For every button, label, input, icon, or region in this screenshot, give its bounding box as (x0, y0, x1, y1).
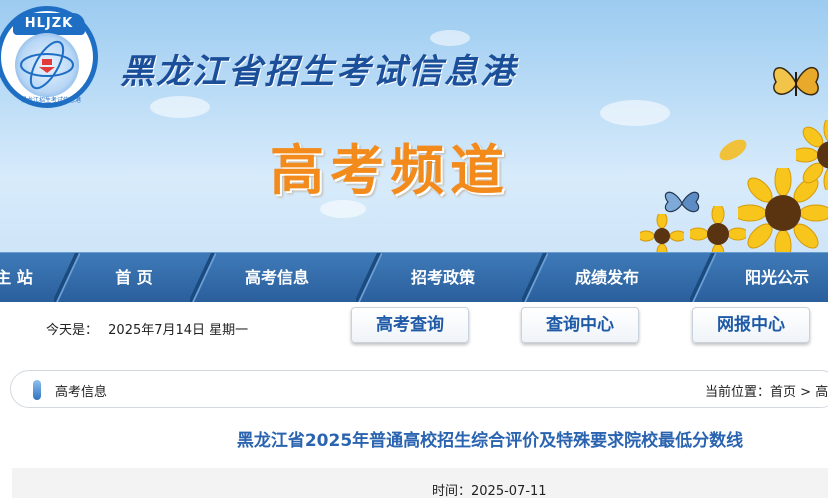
time-label: 时间： (432, 484, 472, 498)
info-bar: 今天是： 2025年7月14日 星期一 高考查询 查询中心 网报中心 (0, 302, 828, 354)
today-date: 2025年7月14日 星期一 (108, 323, 249, 338)
time-value: 2025-07-11 (471, 484, 547, 498)
sunflower-icon (791, 116, 828, 194)
globe-icon (15, 33, 79, 97)
nav-divider (190, 253, 216, 303)
cloud-decoration (150, 96, 210, 118)
section-marker-icon (33, 380, 41, 400)
logo-caption: 黑龙江招生考试信息港 (20, 97, 81, 104)
gaokao-query-button[interactable]: 高考查询 (351, 307, 469, 343)
petal-decoration (716, 136, 750, 164)
query-center-button[interactable]: 查询中心 (521, 307, 639, 343)
breadcrumb-current-link[interactable]: 高 (815, 385, 828, 400)
site-logo[interactable]: HLJZK 黑龙江招生考试信息港 (0, 6, 98, 108)
section-title: 高考信息 (55, 385, 108, 400)
today-label: 今天是： (46, 323, 99, 338)
nav-item-home[interactable]: 首 页 (96, 253, 172, 303)
cloud-decoration (600, 100, 670, 126)
nav-item-public-notice[interactable]: 阳光公示 (736, 253, 818, 303)
nav-item-scores[interactable]: 成绩发布 (566, 253, 648, 303)
nav-divider (690, 253, 716, 303)
sunflower-icon (687, 203, 749, 252)
breadcrumb-home-link[interactable]: 首页 (770, 385, 796, 400)
channel-title: 高考频道 (270, 139, 510, 202)
main-nav: 主 站 首 页 高考信息 招考政策 成绩发布 阳光公示 (0, 252, 828, 303)
header-banner: HLJZK 黑龙江招生考试信息港 黑龙江省招生考试信息港 高考频道 (0, 0, 828, 252)
nav-item-gaokao-info[interactable]: 高考信息 (236, 253, 318, 303)
breadcrumb: 高考信息 当前位置：首页 > 高 (10, 370, 828, 408)
location-label: 当前位置： (705, 385, 771, 400)
nav-divider (356, 253, 382, 303)
publish-time: 时间：2025-07-11 (432, 480, 547, 498)
logo-text: HLJZK (13, 13, 85, 35)
article-meta: 时间：2025-07-11 (12, 468, 828, 498)
nav-divider (54, 253, 80, 303)
current-date: 今天是： 2025年7月14日 星期一 (46, 319, 254, 338)
online-registration-button[interactable]: 网报中心 (692, 307, 810, 343)
nav-divider (522, 253, 548, 303)
sunflower-icon (637, 211, 687, 252)
butterfly-icon (766, 58, 826, 108)
article-title: 黑龙江省2025年普通高校招生综合评价及特殊要求院校最低分数线 (236, 431, 744, 451)
breadcrumb-separator: > (796, 385, 816, 400)
nav-item-main-site[interactable]: 主 站 (0, 253, 42, 303)
site-title: 黑龙江省招生考试信息港 (120, 52, 516, 92)
nav-item-policy[interactable]: 招考政策 (402, 253, 484, 303)
breadcrumb-path: 当前位置：首页 > 高 (705, 381, 828, 400)
